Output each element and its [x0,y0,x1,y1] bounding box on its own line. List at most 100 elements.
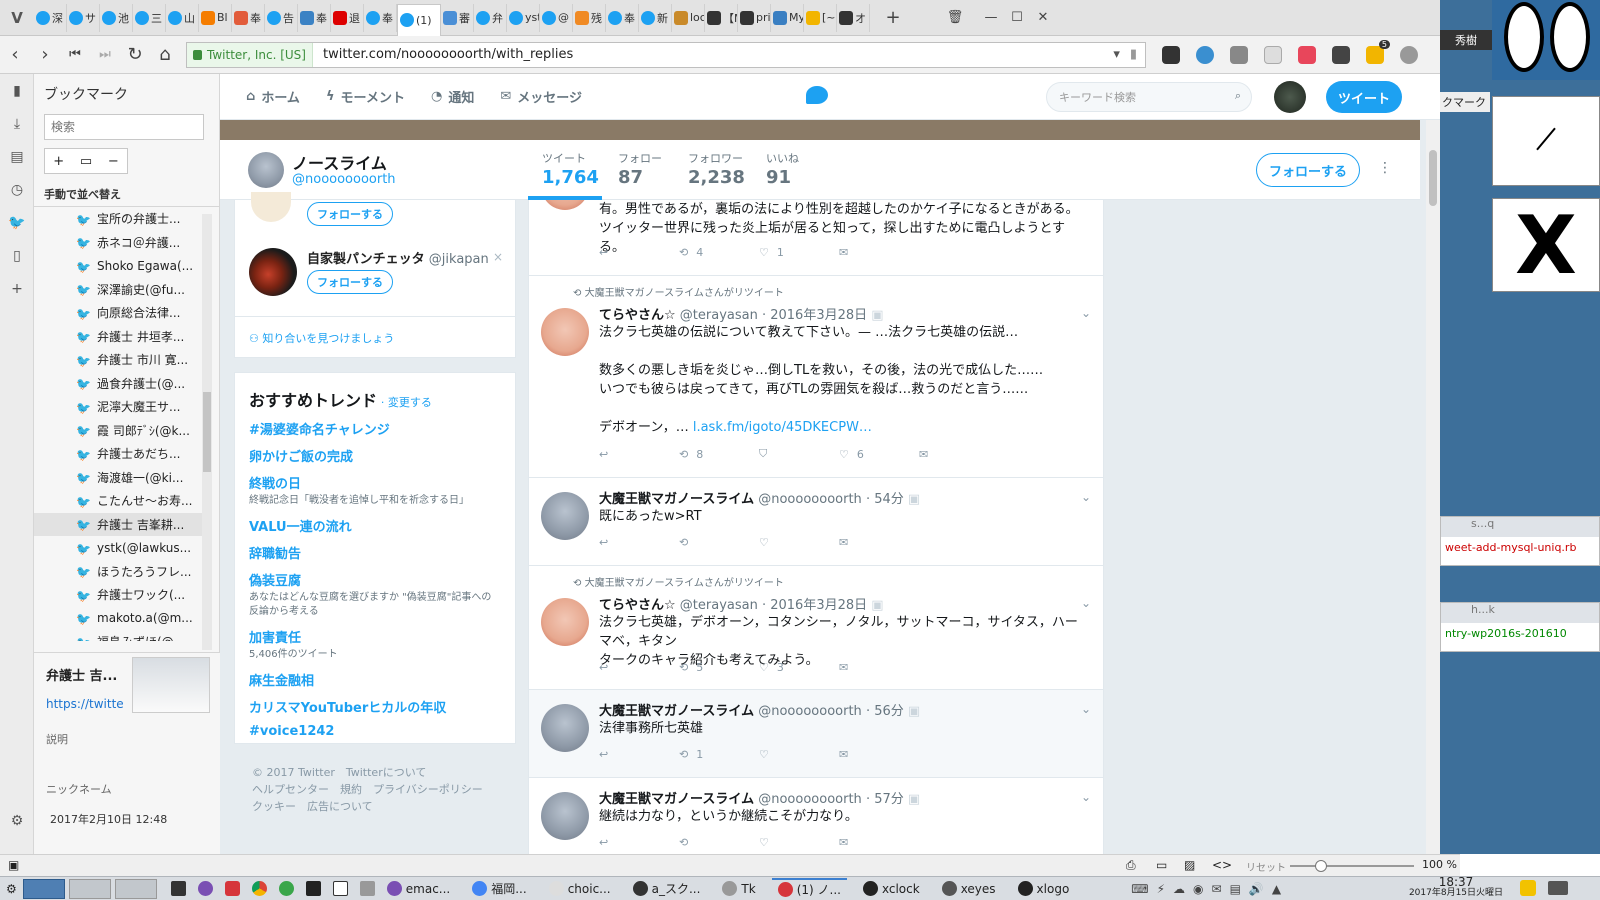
profile-stat-2[interactable]: フォロワー 2,238 [688,150,745,188]
retweet-button[interactable]: ⟲ 5 [679,661,759,674]
taskbar-window[interactable]: (1) ノ... [771,877,847,900]
footer-line[interactable]: クッキー 広告について [252,798,483,815]
browser-tab[interactable]: 山 [166,3,199,32]
launcher-icon[interactable] [300,878,327,900]
fast-forward-button[interactable]: ⏭ [90,40,120,70]
footer-line[interactable]: ヘルプセンター 規約 プライバシーポリシー [252,781,483,798]
profile-handle[interactable]: @noooooooorth [292,172,396,187]
tweet-avatar[interactable] [541,492,589,540]
zoom-slider[interactable] [1290,860,1414,872]
chevron-down-icon[interactable]: ⌄ [1081,306,1091,320]
bookmark-item[interactable]: 🐦 Shoko Egawa(... [34,254,206,278]
trend-item[interactable]: カリスマYouTuberヒカルの年収 [249,697,501,716]
tweet[interactable]: 大魔王獣マガノースライム @noooooooorth · 54分 ▣ ⌄ 既にあった… [529,478,1103,566]
retweet-button[interactable]: ⟲ 1 [679,748,759,761]
reply-button[interactable]: ↩ [599,246,679,259]
maximize-button[interactable]: ☐ [1004,5,1030,31]
add-folder-button[interactable]: ▭ [72,149,99,173]
tweet-avatar[interactable] [541,308,589,356]
profile-name[interactable]: ノースライム [292,150,387,174]
chevron-down-icon[interactable]: ⌄ [1081,490,1091,504]
follow-suggestion-button-1[interactable]: フォローする [307,202,393,226]
close-window-button[interactable]: ✕ [1030,5,1056,31]
browser-tab[interactable]: 退 [331,3,364,32]
trash-icon[interactable]: 🗑 [942,5,968,31]
certificate-badge[interactable]: Twitter, Inc. [US] [187,42,313,67]
suggested-user-avatar[interactable] [251,192,291,222]
taskbar-window[interactable]: xclock [857,878,926,900]
browser-tab[interactable]: 告 [265,3,298,32]
workspace-1[interactable] [22,878,65,899]
trend-item[interactable]: 終戦の日 終戦記念日「戦没者を追悼し平和を祈念する日」 [249,473,501,508]
twitter-search-input[interactable]: キーワード検索 ⌕ [1046,82,1252,112]
like-button[interactable]: ♡ [759,748,839,761]
tweet-avatar[interactable] [541,200,589,210]
download-icon[interactable]: ⤓ [0,107,34,140]
bookmark-icon[interactable]: ▮ [0,74,34,107]
trend-item[interactable]: 偽装豆腐 あなたはどんな豆腐を選びますか "偽装豆腐"記事への反論から考える [249,570,501,619]
browser-tab[interactable]: (1) [397,3,441,36]
nav-notifications[interactable]: ◔ 通知 [431,87,474,106]
tweet-avatar[interactable] [541,792,589,840]
bookmark-page-icon[interactable]: ▮ [1130,47,1137,62]
trend-item[interactable]: 卵かけご飯の完成 [249,446,501,465]
minimize-button[interactable]: — [978,5,1004,31]
shield-button[interactable]: ⛉ [759,447,839,461]
browser-tab[interactable]: オ [837,3,870,32]
capture-icon[interactable]: ⎙ [1126,858,1136,873]
bookmark-item[interactable]: 🐦 宝所の弁護士... [34,207,206,231]
tweet-author-name[interactable]: 大魔王獣マガノースライム [599,792,754,807]
bookmark-item[interactable]: 🐦 弁護士 吉峯耕... [34,512,206,536]
trend-item[interactable]: VALU一連の流れ [249,516,501,535]
direct-message-button[interactable]: ✉ [839,536,919,549]
bookmark-item[interactable]: 🐦 弁護士ワック(... [34,583,206,607]
like-button[interactable]: ♡ 6 [839,448,919,461]
taskbar-window[interactable]: emac... [381,878,456,900]
chevron-down-icon[interactable]: ⌄ [1081,790,1091,804]
like-button[interactable]: ♡ 1 [759,246,839,259]
taskbar-window[interactable]: 福岡... [466,878,532,900]
profile-stat-3[interactable]: いいね 91 [766,150,799,188]
user-avatar[interactable] [1274,81,1306,113]
bookmark-item[interactable]: 🐦 こたんせ〜お寿... [34,489,206,513]
like-button[interactable]: ♡ 3 [759,661,839,674]
follow-button[interactable]: フォローする [1256,153,1360,187]
tweet[interactable]: 大魔王獣マガノースライム @noooooooorth · 57分 ▣ ⌄ 継続は力な… [529,778,1103,854]
bookmark-item[interactable]: 🐦 過食弁護士(@... [34,372,206,396]
tweet[interactable]: ⟲ 大魔王獣マガノースライムさんがリツイート てらやさん☆ @terayasan … [529,566,1103,690]
tweet-author-name[interactable]: 大魔王獣マガノースライム [599,492,754,507]
tweet[interactable]: 大魔王獣マガノースライム @noooooooorth · 56分 ▣ ⌄ 法律事務所… [529,690,1103,778]
add-bookmark-button[interactable]: + [45,149,72,173]
tweet-author-name[interactable]: てらやさん☆ [599,598,676,613]
bookmark-item[interactable]: 🐦 霞 司郎ﾃﾞｼ(@k... [34,419,206,443]
reload-button[interactable]: ↻ [120,40,150,70]
browser-tab[interactable]: 三 [133,3,166,32]
retweet-button[interactable]: ⟲ [679,536,759,549]
suggested-user-name[interactable]: 自家製パンチェッタ [307,252,425,267]
bookmark-item[interactable]: 🐦 弁護士あだち... [34,442,206,466]
app-menu-icon[interactable]: ⚙ [0,878,23,900]
more-options-icon[interactable]: ⋮ [1378,160,1392,176]
xlogo-window[interactable]: X [1492,198,1600,292]
evernote-extension-icon[interactable] [1230,45,1248,64]
chevron-down-icon[interactable]: ⌄ [1081,596,1091,610]
direct-message-button[interactable]: ✉ [839,748,919,761]
reply-button[interactable]: ↩ [599,836,679,849]
browser-tab[interactable]: 奉 [364,3,397,32]
tweet-time[interactable]: · 2016年3月28日 [762,598,867,613]
trend-item[interactable]: 加害責任 5,406件のツイート [249,627,501,662]
retweet-button[interactable]: ⟲ 8 [679,448,759,461]
browser-tab[interactable]: 残 [573,3,606,32]
direct-message-button[interactable]: ✉ [839,836,919,849]
settings-gear-icon[interactable]: ⚙ [0,804,34,837]
tweet[interactable]: ⟲ 大魔王獣マガノースライムさんがリツイート てらやさん☆ @terayasan … [529,276,1103,478]
editor-window-1[interactable]: s...q weet-add-mysql-uniq.rb [1440,516,1600,566]
bookmark-name[interactable]: 弁護士 吉... [46,665,117,684]
g-extension-icon[interactable] [1264,45,1282,64]
reply-button[interactable]: ↩ [599,661,679,674]
bookmark-item[interactable]: 🐦 ystk(@lawkus... [34,536,206,560]
translate-icon[interactable]: ▣ [908,704,920,719]
browser-tab[interactable]: My [771,3,804,32]
home-button[interactable]: ⌂ [150,40,180,70]
tweet-author-handle[interactable]: @noooooooorth [758,704,862,719]
